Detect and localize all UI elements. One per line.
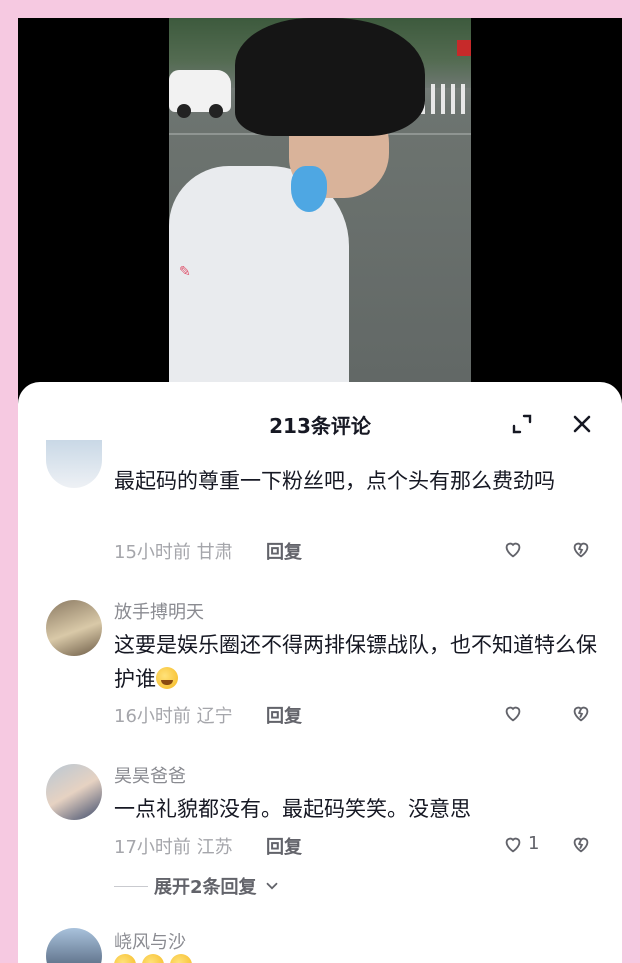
background-car	[169, 70, 231, 118]
avatar[interactable]	[46, 928, 102, 963]
like-count: 1	[528, 833, 540, 854]
comment-text-body: 这要是娱乐圈还不得两排保镖战队，也不知道特么保护谁	[114, 633, 597, 691]
background-sign	[457, 40, 471, 56]
comments-header: 213条评论	[18, 382, 622, 468]
comment-meta: 16小时前 辽宁	[114, 706, 233, 727]
broken-heart-icon[interactable]	[570, 833, 592, 855]
chevron-down-icon	[266, 882, 277, 890]
comment-meta: 17小时前 江苏	[114, 837, 233, 858]
heart-icon[interactable]	[502, 538, 524, 560]
comment-emoji-row	[114, 954, 192, 963]
video-frame: ✎	[169, 18, 471, 382]
comment-username[interactable]: 峣风与沙	[114, 928, 186, 954]
person-hair	[235, 18, 425, 136]
reply-button[interactable]: 回复	[266, 833, 302, 859]
expand-replies-label: 展开2条回复	[154, 877, 257, 898]
comment-username[interactable]: 放手搏明天	[114, 598, 204, 624]
comment-text: 一点礼貌都没有。最起码笑笑。没意思	[114, 797, 471, 821]
broken-heart-icon[interactable]	[570, 538, 592, 560]
heart-icon[interactable]	[502, 702, 524, 724]
laughing-crying-emoji-icon	[114, 954, 136, 963]
comment-meta: 15小时前 甘肃	[114, 542, 233, 563]
broken-heart-icon[interactable]	[570, 702, 592, 724]
reply-button[interactable]: 回复	[266, 538, 302, 564]
expand-icon[interactable]	[510, 412, 534, 436]
comment-username[interactable]: 昊昊爸爸	[114, 762, 186, 788]
avatar[interactable]	[46, 764, 102, 820]
heart-icon[interactable]	[502, 833, 524, 855]
laughing-crying-emoji-icon	[156, 667, 178, 689]
comment-text: 最起码的尊重一下粉丝吧，点个头有那么费劲吗	[114, 469, 555, 493]
close-icon[interactable]	[570, 412, 594, 436]
divider	[114, 885, 148, 887]
laughing-crying-emoji-icon	[170, 954, 192, 963]
avatar[interactable]	[46, 600, 102, 656]
video-player[interactable]: ✎	[18, 18, 622, 438]
face-mask	[291, 166, 327, 212]
laughing-crying-emoji-icon	[142, 954, 164, 963]
expand-replies-button[interactable]: 展开2条回复	[114, 874, 281, 898]
comments-sheet: 213条评论 最起码的尊重一下粉丝吧，点个头有那么费劲吗 15小时前 甘肃 回复…	[18, 382, 622, 963]
shirt-logo-icon: ✎	[179, 264, 191, 280]
reply-button[interactable]: 回复	[266, 702, 302, 728]
comment-text: 这要是娱乐圈还不得两排保镖战队，也不知道特么保护谁	[114, 628, 604, 696]
avatar[interactable]	[46, 440, 102, 488]
